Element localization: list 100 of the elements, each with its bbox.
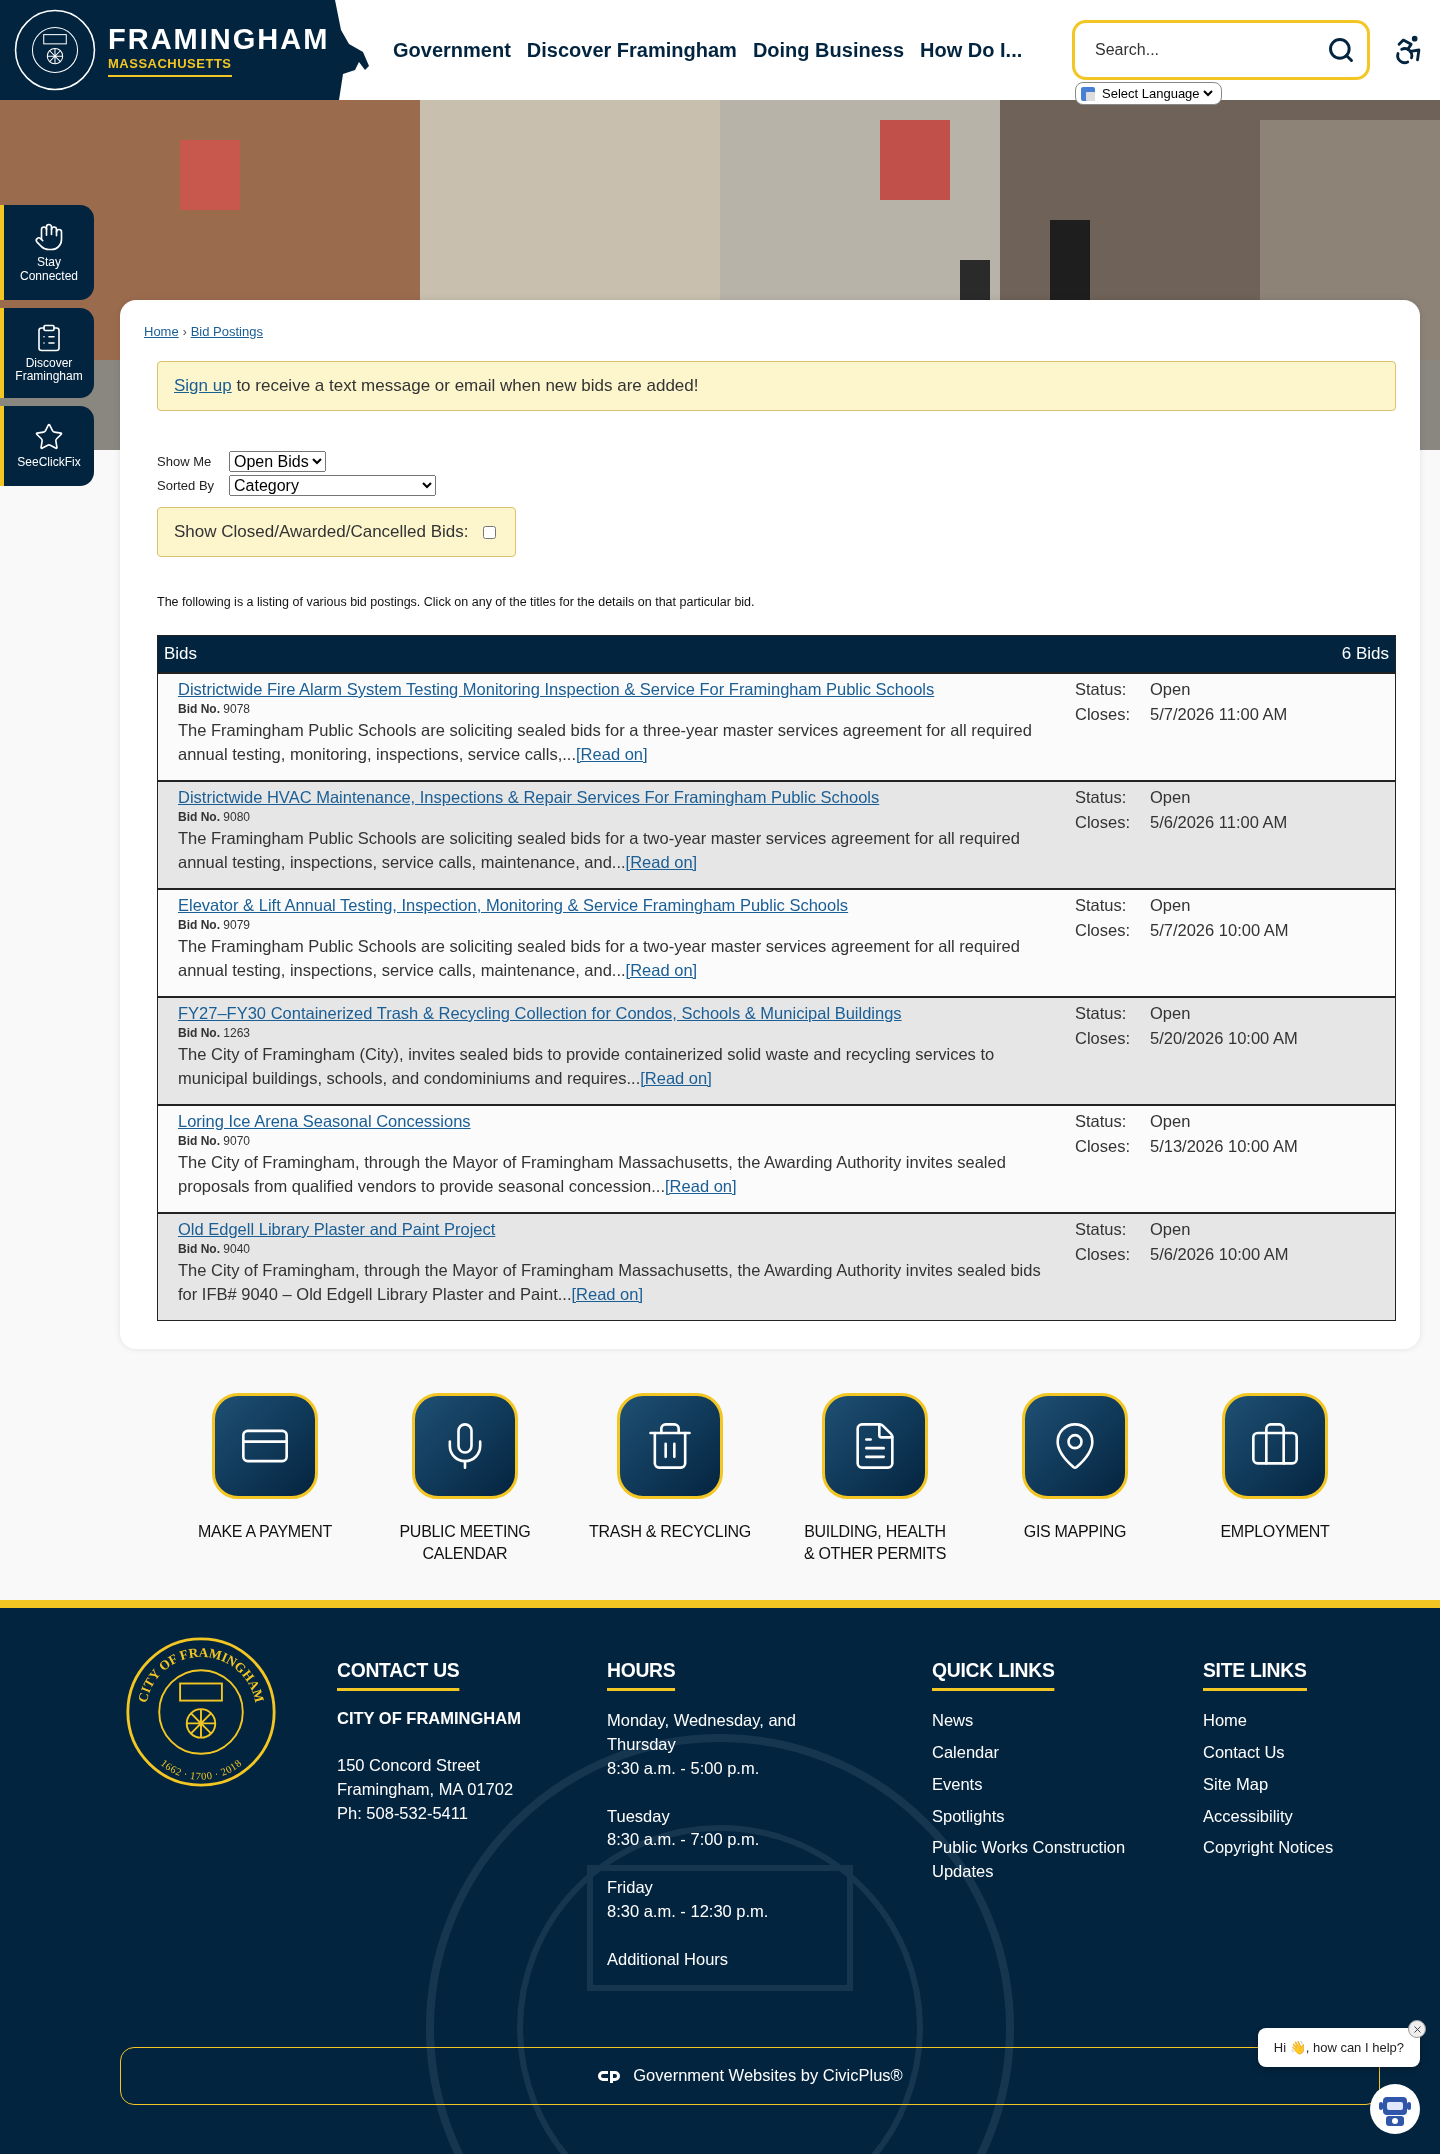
bid-description: The City of Framingham, through the Mayor of Framingham Massachusetts, the Awarding Authority invites sealed proposals from qualified vendors to provide seasonal concession...[Read on]: [178, 1152, 1007, 1197]
additional-hours-link[interactable]: Additional Hours: [607, 1948, 837, 1973]
hours-time: 8:30 a.m. - 5:00 p.m.: [607, 1757, 761, 1779]
contact-line: Ph: 508-532-5411: [337, 1802, 469, 1824]
sidebar-button[interactable]: SeeClickFix: [0, 406, 94, 486]
quick-link[interactable]: TRASH & RECYCLING: [588, 1393, 751, 1566]
status-value: Open: [1150, 1004, 1192, 1023]
footer-link[interactable]: Accessibility: [1203, 1804, 1433, 1829]
chatbot-button[interactable]: [1370, 2084, 1420, 2134]
bid-description: The Framingham Public Schools are soliciting sealed bids for a two-year master services agreement for all required annual testing, inspections, service calls, maintenance, and...[Read on]: [178, 936, 1021, 981]
nav-link[interactable]: Government: [393, 38, 511, 62]
read-on-link[interactable]: [Read on]: [571, 1284, 644, 1303]
footer-heading: CONTACT US: [337, 1657, 460, 1691]
bid-title-link[interactable]: Loring Ice Arena Seasonal Concessions: [178, 1112, 1075, 1131]
signup-notice: Sign up to receive a text message or email when new bids are added!: [157, 361, 1396, 411]
hours-time: 8:30 a.m. - 7:00 p.m.: [607, 1829, 761, 1851]
contact-line: Framingham, MA 01702: [337, 1778, 515, 1800]
bid-description: The City of Framingham, through the Mayor of Framingham Massachusetts, the Awarding Authority invites sealed bids for IFB# 9040 – Old Edgell Library Plaster and Paint...[Read on]: [178, 1260, 1042, 1305]
status-value: Open: [1150, 1112, 1192, 1131]
read-on-link[interactable]: [Read on]: [625, 960, 698, 979]
bid-title-link[interactable]: Districtwide HVAC Maintenance, Inspections & Repair Services For Framingham Public Schools: [178, 788, 1075, 807]
footer-link[interactable]: Home: [1203, 1708, 1433, 1733]
closes-label: Closes:: [1075, 1245, 1132, 1264]
footer-link[interactable]: Copyright Notices: [1203, 1836, 1433, 1861]
table-title: Bids: [164, 644, 198, 664]
signup-link[interactable]: Sign up: [174, 376, 232, 395]
show-me-select[interactable]: Open Bids: [229, 451, 326, 472]
chat-message: Hi 👋, how can I help?: [1273, 2040, 1404, 2055]
bid-title-link[interactable]: Old Edgell Library Plaster and Paint Project: [178, 1220, 1075, 1239]
bid-description: The City of Framingham (City), invites sealed bids to provide containerized solid waste and recycling services to municipal buildings, schools, and condominiums and requires...[Read on]: [178, 1044, 996, 1089]
close-icon[interactable]: [1408, 2020, 1426, 2038]
quick-link[interactable]: MAKE A PAYMENT: [188, 1393, 341, 1566]
status-label: Status:: [1075, 680, 1128, 699]
closes-value: 5/13/2026 10:00 AM: [1150, 1137, 1299, 1156]
footer-link[interactable]: Site Map: [1203, 1772, 1433, 1797]
hours-day: Monday, Wednesday, and Thursday: [607, 1708, 837, 1757]
footer-link[interactable]: Spotlights: [932, 1804, 1162, 1829]
bid-title-link[interactable]: Districtwide Fire Alarm System Testing Monitoring Inspection & Service For Framingham Public Schools: [178, 680, 1075, 699]
footer-link[interactable]: Public Works Construction Updates: [932, 1836, 1162, 1885]
nav-link[interactable]: Discover Framingham: [526, 38, 737, 62]
closes-value: 5/6/2026 11:00 AM: [1150, 813, 1289, 832]
closes-label: Closes:: [1075, 705, 1132, 724]
quick-link[interactable]: GIS MAPPING: [999, 1393, 1151, 1566]
breadcrumb-link[interactable]: Bid Postings: [190, 324, 263, 339]
bid-number: Bid No. 9079: [178, 918, 252, 932]
bid-number: Bid No. 9078: [178, 702, 252, 716]
read-on-link[interactable]: [Read on]: [640, 1068, 712, 1087]
footer-heading: SITE LINKS: [1203, 1657, 1307, 1691]
sort-select[interactable]: Category: [229, 475, 436, 496]
bid-number: Bid No. 9070: [178, 1134, 252, 1148]
translate-icon: [1081, 86, 1095, 101]
status-label: Status:: [1075, 1112, 1128, 1131]
footer-link[interactable]: Contact Us: [1203, 1740, 1433, 1765]
nav-link[interactable]: Doing Business: [752, 38, 905, 62]
read-on-link[interactable]: [Read on]: [665, 1176, 737, 1195]
contact-line: 150 Concord Street: [337, 1754, 482, 1776]
bid-number: Bid No. 9080: [178, 810, 252, 824]
breadcrumb-link[interactable]: Home: [144, 324, 179, 339]
sidebar-button[interactable]: Discover Framingham: [0, 308, 94, 398]
footer-heading: HOURS: [607, 1657, 676, 1691]
bid-number: Bid No. 1263: [178, 1026, 252, 1040]
bid-description: The Framingham Public Schools are soliciting sealed bids for a three-year master services agreement for all required annual testing, monitoring, inspections, service calls,...[Read on]: [178, 720, 1033, 765]
sidebar-button[interactable]: Stay Connected: [0, 205, 94, 300]
quick-link[interactable]: BUILDING, HEALTH & OTHER PERMITS: [799, 1393, 951, 1566]
closes-value: 5/7/2026 11:00 AM: [1150, 705, 1289, 724]
closes-value: 5/20/2026 10:00 AM: [1150, 1029, 1299, 1048]
search-icon[interactable]: [1327, 36, 1355, 64]
hand-icon: [34, 222, 64, 253]
closes-label: Closes:: [1075, 813, 1132, 832]
read-on-link[interactable]: [Read on]: [576, 744, 648, 763]
status-value: Open: [1150, 680, 1192, 699]
footer-link[interactable]: Events: [932, 1772, 1162, 1797]
hours-time: 8:30 a.m. - 12:30 p.m.: [607, 1901, 770, 1923]
breadcrumb-separator: ›: [182, 324, 187, 339]
closes-label: Closes:: [1075, 1029, 1132, 1048]
status-value: Open: [1150, 896, 1192, 915]
search-field[interactable]: Search...: [1072, 20, 1370, 80]
footer-link[interactable]: Calendar: [932, 1740, 1162, 1765]
nav-link[interactable]: How Do I...: [920, 38, 1023, 62]
closes-label: Closes:: [1075, 1137, 1132, 1156]
status-label: Status:: [1075, 788, 1128, 807]
closes-value: 5/6/2026 10:00 AM: [1150, 1245, 1290, 1264]
bid-title-link[interactable]: Elevator & Lift Annual Testing, Inspection, Monitoring & Service Framingham Public Schools: [178, 896, 1075, 915]
quick-link[interactable]: PUBLIC MEETING CALENDAR: [388, 1393, 541, 1566]
bid-count: 6 Bids: [1341, 644, 1389, 664]
credit-link[interactable]: Government Websites by CivicPlus®: [633, 2066, 903, 2086]
bid-description: The Framingham Public Schools are soliciting sealed bids for a two-year master services agreement for all required annual testing, inspections, service calls, maintenance, and...[Read on]: [178, 828, 1021, 873]
bid-title-link[interactable]: FY27–FY30 Containerized Trash & Recycling Collection for Condos, Schools & Municipal Buildings: [178, 1004, 1075, 1023]
logo-panel[interactable]: FRAMINGHAM MASSACHUSETTS: [0, 0, 330, 100]
language-select[interactable]: Select Language: [1075, 82, 1222, 105]
intro-text: The following is a listing of various bid postings. Click on any of the titles for the details on that particular bid.: [157, 595, 756, 609]
footer-heading: QUICK LINKS: [932, 1657, 1055, 1691]
closed-bids-checkbox[interactable]: [482, 525, 496, 539]
closes-value: 5/7/2026 10:00 AM: [1150, 921, 1290, 940]
footer-link[interactable]: News: [932, 1708, 1162, 1733]
bid-number: Bid No. 9040: [178, 1242, 252, 1256]
contact-name: CITY OF FRAMINGHAM: [337, 1708, 522, 1728]
quick-link[interactable]: EMPLOYMENT: [1199, 1393, 1351, 1566]
read-on-link[interactable]: [Read on]: [625, 852, 698, 871]
hours-day: Friday: [607, 1876, 837, 1901]
